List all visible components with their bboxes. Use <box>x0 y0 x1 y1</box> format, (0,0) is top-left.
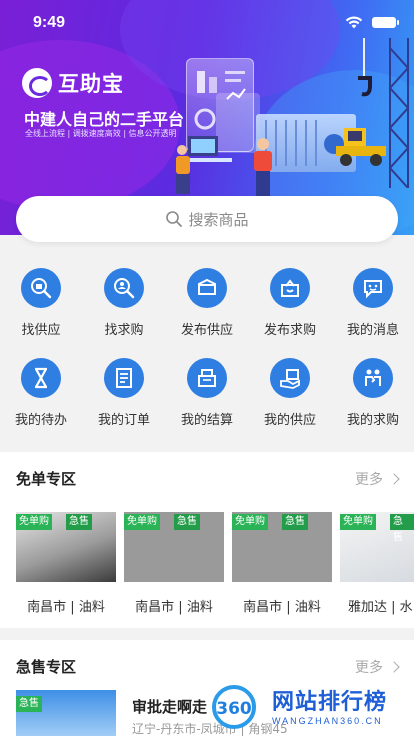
product-image: 急售 <box>16 690 116 736</box>
watermark: 360 网站排行榜 WANGZHAN360.CN <box>208 684 408 732</box>
product-caption: 南昌市 | 油料 <box>243 600 321 615</box>
product-caption: 南昌市 | 油料 <box>27 600 105 615</box>
action-label: 找求购 <box>104 323 144 338</box>
section-title: 免单专区 <box>16 470 77 488</box>
quick-action-grid: 找供应 找求购 发布供应 发布求购 我的消息 我的待办 我的订单 我的结算 我的… <box>0 255 414 445</box>
message-icon <box>353 268 393 308</box>
action-label: 发布求购 <box>263 323 316 338</box>
item-title: 审批走啊走 <box>132 698 208 716</box>
product-card[interactable]: 免单购 急售 南昌市 | 油料 <box>124 512 224 618</box>
banner-slogan: 中建人自己的二手平台 <box>24 110 185 129</box>
publish-supply-icon <box>187 268 227 308</box>
watermark-logo-icon: 360 <box>212 685 256 729</box>
engineer-illustration <box>254 138 272 197</box>
wifi-icon <box>345 16 363 29</box>
banner-illustration <box>170 38 414 198</box>
free-tag: 免单购 <box>124 514 160 530</box>
free-tag: 免单购 <box>16 514 52 530</box>
urgent-tag: 急售 <box>174 514 200 530</box>
action-my-todo[interactable]: 我的待办 <box>0 358 82 438</box>
search-input[interactable]: 搜索商品 <box>188 209 248 230</box>
watermark-subtext: WANGZHAN360.CN <box>272 716 383 726</box>
find-supply-icon <box>21 268 61 308</box>
svg-text:360: 360 <box>216 699 252 719</box>
product-image: 免单购 急售 <box>232 512 332 582</box>
product-image: 免单购 急售 <box>16 512 116 582</box>
banner-features: 全线上流程 | 调拨速度高效 | 信息公开透明 <box>25 129 177 138</box>
urgent-tag: 急售 <box>282 514 308 530</box>
publish-demand-icon <box>270 268 310 308</box>
supply-box-icon <box>270 358 310 398</box>
free-order-section: 免单专区 更多 免单购 急售 南昌市 | 油料 免单购 急售 南昌市 | 油料 … <box>0 452 414 628</box>
product-card[interactable]: 免单购 急售 南昌市 | 油料 <box>232 512 332 618</box>
brand: 互助宝 <box>22 68 124 98</box>
cash-register-icon <box>187 358 227 398</box>
urgent-tag: 急售 <box>66 514 92 530</box>
loader-truck-icon <box>336 128 386 166</box>
action-label: 我的求购 <box>346 413 399 428</box>
brand-logo-icon <box>22 68 52 98</box>
watermark-text: 网站排行榜 <box>272 690 388 715</box>
status-time: 9:49 <box>33 14 66 31</box>
action-my-messages[interactable]: 我的消息 <box>332 268 414 348</box>
action-find-demand[interactable]: 找求购 <box>83 268 165 348</box>
action-label: 我的结算 <box>180 413 233 428</box>
more-label: 更多 <box>355 472 383 488</box>
product-image: 免单购 急售 <box>124 512 224 582</box>
chevron-right-icon <box>388 473 400 485</box>
action-publish-supply[interactable]: 发布供应 <box>166 268 248 348</box>
section-header: 急售专区 更多 <box>0 640 414 690</box>
handshake-icon <box>353 358 393 398</box>
more-link[interactable]: 更多 <box>355 657 400 677</box>
action-label: 我的供应 <box>263 413 316 428</box>
section-title: 急售专区 <box>16 658 77 676</box>
home-page: 9:49 互助宝 中建人自己的二手平台 全线上流程 | 调拨速度高效 | 信息公… <box>0 0 414 736</box>
action-label: 发布供应 <box>180 323 233 338</box>
more-label: 更多 <box>355 660 383 676</box>
search-icon <box>166 211 183 227</box>
action-label: 找供应 <box>21 323 61 338</box>
free-tag: 免单购 <box>340 514 376 530</box>
order-icon <box>104 358 144 398</box>
action-label: 我的待办 <box>14 413 67 428</box>
battery-icon <box>372 17 399 28</box>
product-image: 免单购 急售 <box>340 512 414 582</box>
free-tag: 免单购 <box>232 514 268 530</box>
action-my-orders[interactable]: 我的订单 <box>83 358 165 438</box>
action-my-supply[interactable]: 我的供应 <box>249 358 331 438</box>
urgent-tag: 急售 <box>390 514 414 543</box>
brand-name: 互助宝 <box>58 73 124 96</box>
chevron-right-icon <box>388 661 400 673</box>
more-link[interactable]: 更多 <box>355 469 400 489</box>
hourglass-icon <box>21 358 61 398</box>
search-bar[interactable]: 搜索商品 <box>16 196 398 242</box>
action-my-settlement[interactable]: 我的结算 <box>166 358 248 438</box>
section-header: 免单专区 更多 <box>0 452 414 502</box>
find-demand-icon <box>104 268 144 308</box>
product-card[interactable]: 免单购 急售 雅加达 | 水 <box>340 512 414 618</box>
action-label: 我的消息 <box>346 323 399 338</box>
action-label: 我的订单 <box>97 413 150 428</box>
action-my-demand[interactable]: 我的求购 <box>332 358 414 438</box>
product-caption: 雅加达 | 水 <box>348 600 413 615</box>
urgent-tag: 急售 <box>16 696 42 712</box>
action-publish-demand[interactable]: 发布求购 <box>249 268 331 348</box>
action-find-supply[interactable]: 找供应 <box>0 268 82 348</box>
office-worker-illustration <box>176 136 232 194</box>
product-caption: 南昌市 | 油料 <box>135 600 213 615</box>
product-card[interactable]: 免单购 急售 南昌市 | 油料 <box>16 512 116 618</box>
